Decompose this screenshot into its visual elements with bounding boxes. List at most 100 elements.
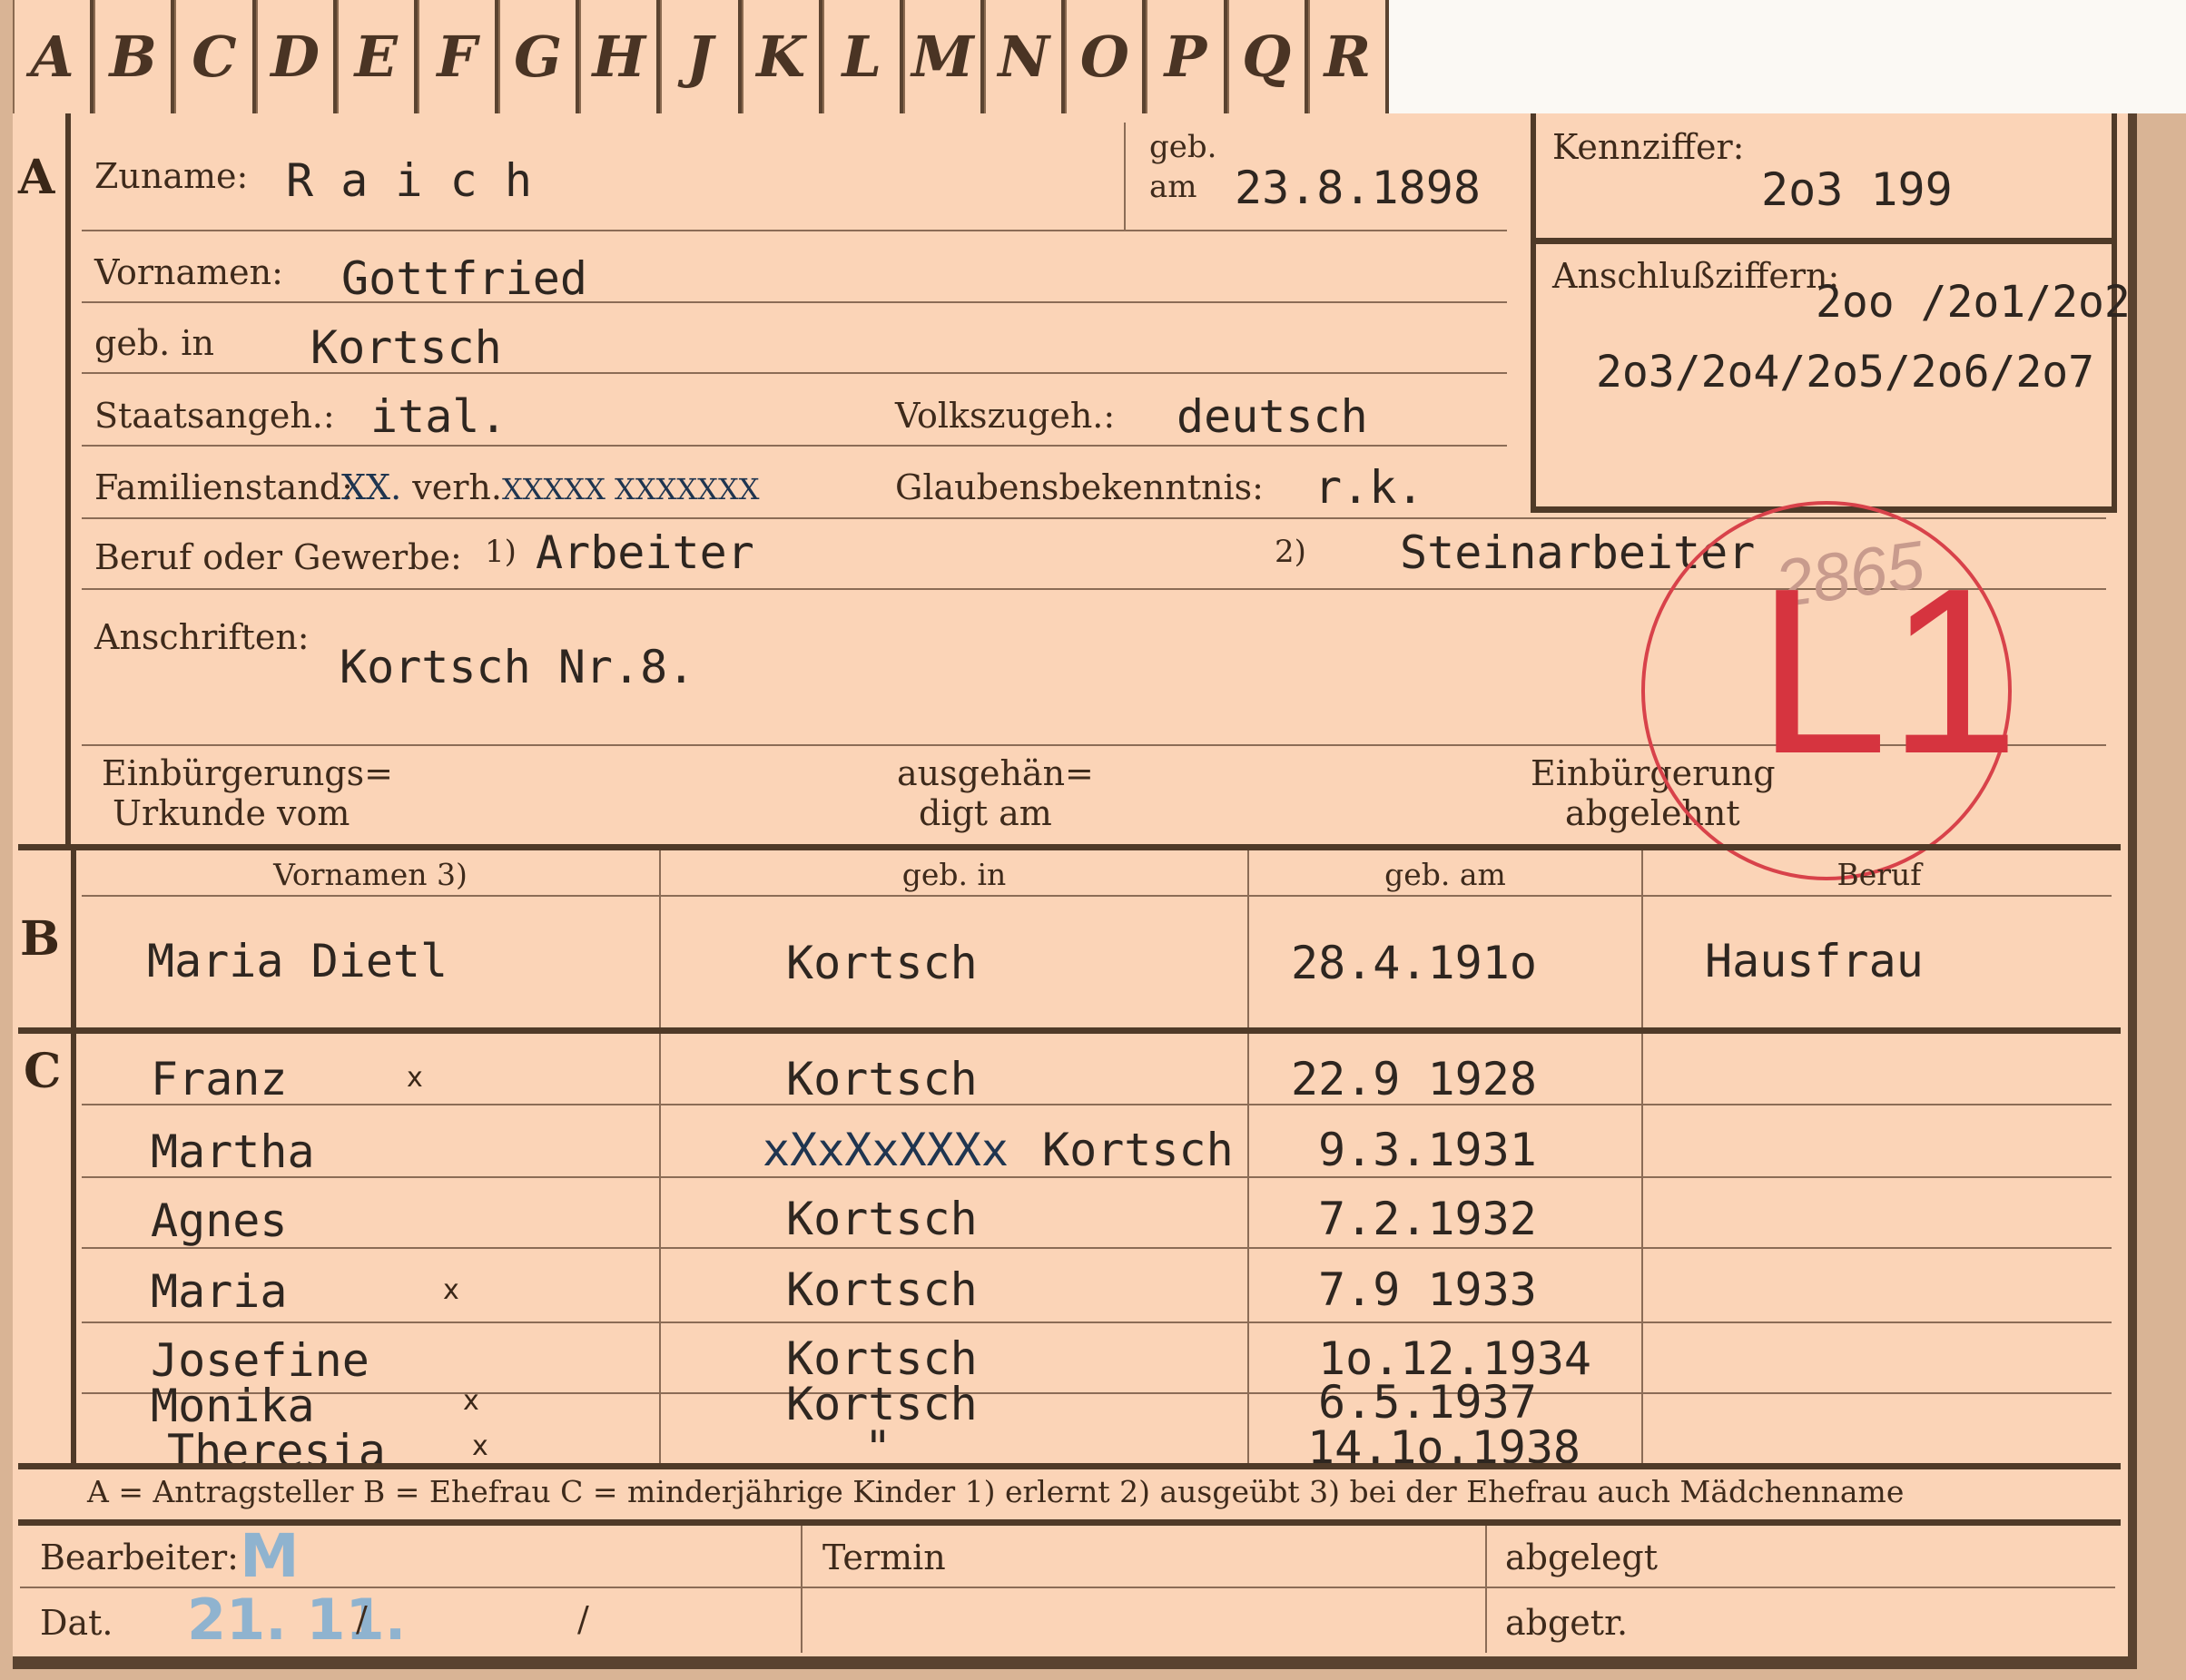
alphabet-tab-p[interactable]: P: [1146, 0, 1227, 113]
col-divider: [801, 1526, 803, 1653]
first-names-value: Gottfried: [341, 252, 587, 305]
deadline-label: Termin: [822, 1538, 946, 1577]
rule: [82, 230, 1507, 231]
col-header-birthplace: geb. in: [901, 857, 1007, 892]
child-3-birthplace: Kortsch: [786, 1193, 978, 1245]
child-3-name: Agnes: [151, 1194, 288, 1247]
alphabet-tab-f[interactable]: F: [417, 0, 499, 113]
child-7-name: Theresia: [167, 1425, 386, 1478]
alphabet-tab-j[interactable]: J: [660, 0, 742, 113]
child-3-born-on: 7.2.1932: [1318, 1193, 1537, 1245]
birthplace-label: geb. in: [94, 323, 214, 363]
born-on-value: 23.8.1898: [1235, 162, 1481, 214]
occupation-learned-value: Arbeiter: [536, 526, 754, 579]
occupation-learned-marker: 1): [485, 534, 517, 570]
section-b-divider: [71, 850, 76, 1027]
section-b-top: [18, 844, 2121, 850]
alphabet-tab-g[interactable]: G: [498, 0, 580, 113]
date-value: 21. 11.: [187, 1587, 407, 1653]
child-7-mark: x: [472, 1430, 488, 1462]
id-label: Kennziffer:: [1552, 127, 1745, 167]
child-1-born-on: 22.9 1928: [1291, 1053, 1537, 1105]
address-value: Kortsch Nr.8.: [340, 641, 695, 693]
col-divider: [659, 1034, 661, 1466]
born-on-label-bottom: am: [1149, 169, 1197, 205]
linked-ids-label: Anschlußziffern:: [1552, 256, 1840, 296]
rule: [82, 372, 1507, 374]
section-c-letter: C: [24, 1044, 62, 1099]
spouse-occupation: Hausfrau: [1705, 935, 1924, 987]
spouse-born-on: 28.4.191o: [1291, 937, 1537, 989]
rule: [82, 1321, 2112, 1323]
col-divider: [1247, 1034, 1249, 1466]
alphabet-tab-b[interactable]: B: [94, 0, 175, 113]
child-6-mark: x: [463, 1385, 479, 1417]
alphabet-tab-r[interactable]: R: [1307, 0, 1389, 113]
clerk-value: M: [240, 1521, 300, 1591]
legend-top: [18, 1463, 2121, 1469]
child-2-birthplace: Kortsch: [1042, 1124, 1234, 1176]
section-a-divider: [65, 113, 71, 844]
alphabet-tab-e[interactable]: E: [336, 0, 418, 113]
alphabet-tab-c[interactable]: C: [174, 0, 256, 113]
occupation-practiced-marker: 2): [1275, 534, 1306, 570]
section-a-letter: A: [18, 150, 55, 205]
marital-status-label: Familienstand:: [94, 467, 353, 507]
marital-strike-2: XXXXX XXXXXXX: [501, 472, 760, 506]
citizenship-label: Staatsangeh.:: [94, 396, 335, 436]
spouse-name: Maria Dietl: [147, 935, 448, 987]
clerk-label: Bearbeiter:: [40, 1538, 239, 1577]
naturalization-cert-label-2: Urkunde vom: [113, 793, 350, 833]
address-label: Anschriften:: [94, 617, 310, 657]
section-c-divider: [71, 1034, 76, 1466]
child-4-birthplace: Kortsch: [786, 1263, 978, 1316]
section-c-top: [18, 1027, 2121, 1034]
child-4-born-on: 7.9 1933: [1318, 1263, 1537, 1316]
linked-ids-line1: 2oo /2o1/2o2: [1816, 277, 2131, 328]
child-1-name: Franz: [151, 1053, 288, 1105]
alphabet-tabs: ABCDEFGHJKLMNOPQR: [13, 0, 1389, 121]
alphabet-tab-m[interactable]: M: [902, 0, 985, 113]
alphabet-tab-o[interactable]: O: [1065, 0, 1147, 113]
alphabet-tab-k[interactable]: K: [741, 0, 822, 113]
child-2-birthplace-strike: xXxXxXXXx: [763, 1124, 1009, 1176]
col-divider: [1641, 1034, 1643, 1466]
alphabet-tab-n[interactable]: N: [984, 0, 1066, 113]
child-4-mark: x: [443, 1274, 459, 1306]
alphabet-tab-h[interactable]: H: [579, 0, 661, 113]
marital-strike-1: XX.: [341, 467, 402, 507]
rule: [82, 1104, 2112, 1105]
birthplace-value: Kortsch: [310, 321, 502, 374]
citizenship-value: ital.: [370, 390, 507, 443]
alphabet-tab-q[interactable]: Q: [1226, 0, 1308, 113]
child-1-birthplace: Kortsch: [786, 1053, 978, 1105]
date-slash-2: /: [577, 1599, 589, 1639]
background-corner: [1389, 0, 2186, 113]
id-value: 2o3 199: [1761, 163, 1953, 216]
alphabet-tab-a[interactable]: A: [13, 0, 94, 113]
legend: A = Antragsteller B = Ehefrau C = minder…: [87, 1474, 1905, 1509]
id-box-divider: [1531, 238, 2117, 244]
marital-status-text: verh.: [401, 467, 502, 507]
section-b-letter: B: [20, 911, 60, 967]
marital-status-value: XX. verh.XXXXX XXXXXXX: [341, 467, 760, 507]
first-names-label: Vornamen:: [94, 252, 283, 292]
spouse-birthplace: Kortsch: [786, 937, 978, 989]
alphabet-tab-l[interactable]: L: [822, 0, 903, 113]
col-header-occupation: Beruf: [1836, 857, 1922, 892]
child-2-born-on: 9.3.1931: [1318, 1124, 1537, 1176]
rule: [82, 1247, 2112, 1249]
col-header-first-names: Vornamen 3): [273, 857, 468, 892]
rule: [82, 1176, 2112, 1178]
col-header-born-on: geb. am: [1384, 857, 1506, 892]
religion-label: Glaubensbekenntnis:: [895, 467, 1264, 507]
child-4-name: Maria: [151, 1265, 288, 1318]
retrieved-label: abgetr.: [1505, 1603, 1629, 1643]
naturalization-cert-label-1: Einbürgerungs=: [102, 753, 393, 793]
alphabet-tab-d[interactable]: D: [255, 0, 337, 113]
date-slash-1: /: [356, 1599, 368, 1639]
surname-label: Zuname:: [94, 156, 249, 196]
rule: [82, 895, 2112, 897]
handed-over-label-1: ausgehän=: [897, 753, 1094, 793]
rule: [82, 301, 1507, 303]
